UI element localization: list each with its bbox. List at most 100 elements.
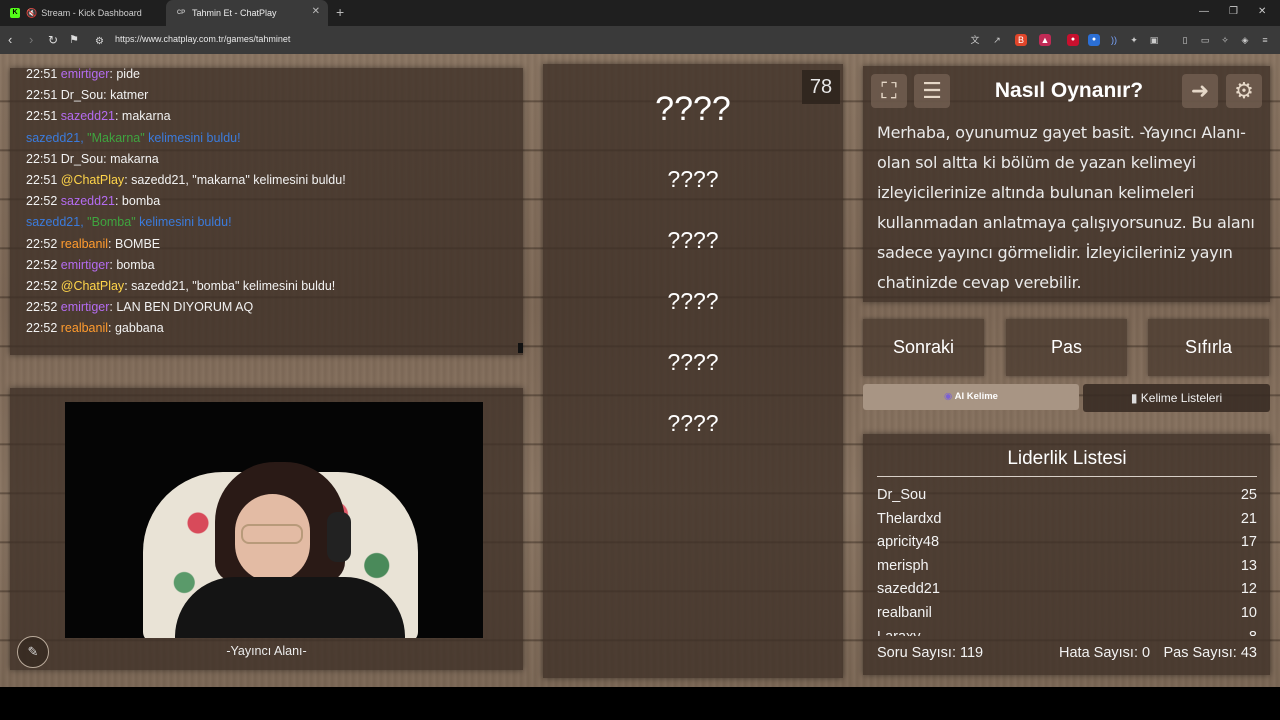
tab-title: Stream - Kick Dashboard [41, 8, 142, 18]
share-icon[interactable]: ↗ [991, 34, 1003, 46]
mute-icon[interactable]: 🔇 [26, 8, 37, 19]
media-icon[interactable]: ▣ [1148, 34, 1160, 46]
bookmark-icon[interactable]: ⚑ [69, 32, 79, 48]
extension-wave-icon[interactable]: )) [1108, 34, 1120, 46]
glasses [241, 524, 303, 544]
chat-username[interactable]: Dr_Sou [61, 88, 103, 102]
chat-username[interactable]: emirtiger [61, 258, 110, 272]
chat-username[interactable]: sazedd21 [61, 194, 115, 208]
words-panel: 78 ???? ???? ???? ???? ???? ???? [543, 64, 843, 678]
gear-icon[interactable]: ⚙ [1226, 74, 1262, 108]
translate-icon[interactable]: 文 [969, 34, 981, 46]
reset-button[interactable]: Sıfırla [1148, 319, 1269, 376]
chat-username[interactable]: @ChatPlay [61, 279, 124, 293]
chat-system-message: sazedd21, "Makarna" kelimesini buldu! [26, 128, 523, 149]
chat-username[interactable]: realbanil [61, 321, 108, 335]
vpn-icon[interactable]: ◈ [1239, 34, 1251, 46]
forbidden-word: ???? [667, 349, 719, 375]
brave-rewards-icon[interactable]: ▲ [1039, 34, 1051, 46]
leaderboard-name: realbanil [877, 604, 932, 621]
chat-message: 22:52 realbanil: gabbana [26, 318, 523, 339]
pass-count: Pas Sayısı: 43 [1163, 645, 1258, 661]
chat-system-suffix: kelimesini buldu! [135, 215, 232, 230]
question-count: Soru Sayısı: 119 [877, 645, 984, 661]
tab-kick-dashboard[interactable]: K 🔇 Stream - Kick Dashboard [0, 0, 165, 26]
leaderboard-score: 12 [1240, 581, 1257, 598]
chat-timestamp: 22:52 [26, 194, 58, 209]
notes-icon[interactable]: ☰ [914, 74, 950, 108]
chat-username[interactable]: realbanil [61, 237, 108, 251]
minimize-icon[interactable]: — [1199, 6, 1209, 18]
reload-icon[interactable]: ↻ [48, 32, 58, 48]
leo-ai-icon[interactable]: ✧ [1219, 34, 1231, 46]
kick-favicon-icon: K [10, 8, 20, 18]
next-button[interactable]: Sonraki [863, 319, 984, 376]
sidebar-icon[interactable]: ▯ [1179, 34, 1191, 46]
chat-timestamp: 22:52 [26, 236, 58, 251]
tab-chatplay[interactable]: CP Tahmin Et - ChatPlay ✕ [166, 0, 328, 26]
leaderboard-name: Thelardxd [877, 510, 942, 527]
chat-username[interactable]: emirtiger [61, 300, 110, 314]
chat-message: 22:52 realbanil: BOMBE [26, 234, 523, 255]
chat-username[interactable]: emirtiger [61, 68, 110, 81]
ai-icon: ◉ [944, 391, 953, 402]
leaderboard-row: Thelardxd 21 [877, 508, 1257, 532]
chat-text: : makarna [103, 151, 159, 166]
leaderboard-score: 8 [1249, 626, 1257, 636]
extension-blue-icon[interactable]: ● [1088, 34, 1100, 46]
word-lists-button[interactable]: ▮ Kelime Listeleri [1083, 384, 1270, 412]
url-field[interactable]: https://www.chatplay.com.tr/games/tahmin… [115, 34, 290, 44]
chat-message: 22:52 sazedd21: bomba [26, 191, 523, 212]
new-tab-icon[interactable]: + [336, 5, 344, 19]
chat-timestamp: 22:51 [26, 151, 58, 166]
back-icon[interactable]: ‹ [8, 32, 12, 48]
site-info-icon[interactable]: ⚙ [95, 34, 104, 50]
leaderboard-name: apricity48 [877, 534, 940, 551]
wallet-icon[interactable]: ▭ [1199, 34, 1211, 46]
pass-button[interactable]: Pas [1006, 319, 1127, 376]
extensions-icon[interactable]: ✦ [1128, 34, 1140, 46]
chatplay-favicon-icon: CP [176, 10, 186, 16]
leaderboard-name: Dr_Sou [877, 487, 927, 503]
address-bar: ‹ › ↻ ⚑ ⚙ https://www.chatplay.com.tr/ga… [0, 26, 1280, 54]
close-window-icon[interactable]: ✕ [1258, 6, 1266, 18]
chat-timestamp: 22:52 [26, 321, 58, 336]
chat-message: 22:51 Dr_Sou: makarna [26, 149, 523, 170]
how-to-play-text: Merhaba, oyunumuz gayet basit. -Yayıncı … [877, 123, 1255, 292]
person-body [175, 577, 405, 638]
chat-username[interactable]: Dr_Sou [61, 152, 103, 166]
chat-found-word: "Bomba" [87, 215, 136, 230]
leaderboard-score: 25 [1240, 487, 1257, 503]
chat-username[interactable]: sazedd21 [61, 109, 115, 123]
leaderboard-list[interactable]: Dr_Sou 25 Thelardxd 21 apricity48 17 merisph 13… [877, 484, 1257, 636]
streamer-area-label: -Yayıncı Alanı- [226, 644, 307, 658]
brave-shield-icon[interactable]: B [1015, 34, 1027, 46]
chat-system-user: sazedd21, [26, 215, 88, 230]
chat-timestamp: 22:52 [26, 300, 58, 315]
forward-icon[interactable]: › [29, 32, 33, 48]
list-icon: ▮ [1130, 391, 1138, 405]
leaderboard-row: realbanil 10 [877, 602, 1257, 626]
ai-word-button[interactable]: ◉ AI Kelime [863, 384, 1079, 410]
chat-scrollbar[interactable] [518, 343, 523, 353]
close-tab-icon[interactable]: ✕ [312, 7, 320, 17]
leaderboard-row: Dr_Sou 25 [877, 484, 1257, 508]
streamer-area: ✎ -Yayıncı Alanı- [10, 388, 523, 670]
exit-icon[interactable]: ➜ [1182, 74, 1218, 108]
chat-text: : katmer [103, 88, 149, 103]
chat-message: 22:51 sazedd21: makarna [26, 106, 523, 127]
leaderboard-score: 21 [1240, 510, 1257, 527]
leaderboard-score: 17 [1240, 534, 1257, 551]
leaderboard-row: apricity48 17 [877, 531, 1257, 555]
chat-text: : sazedd21, "bomba" kelimesini buldu! [124, 278, 336, 293]
word-lists-label: Kelime Listeleri [1140, 391, 1223, 405]
bottom-bar [0, 687, 1280, 720]
menu-icon[interactable]: ≡ [1259, 34, 1271, 46]
fullscreen-icon[interactable]: ⛶ [871, 74, 907, 108]
leaderboard-title: Liderlik Listesi [1007, 448, 1127, 469]
chat-system-user: sazedd21, [26, 130, 88, 145]
restore-icon[interactable]: ❐ [1229, 6, 1238, 18]
chat-message: 22:51 Dr_Sou: katmer [26, 85, 523, 106]
chat-username[interactable]: @ChatPlay [61, 173, 124, 187]
extension-red-icon[interactable]: ● [1067, 34, 1079, 46]
